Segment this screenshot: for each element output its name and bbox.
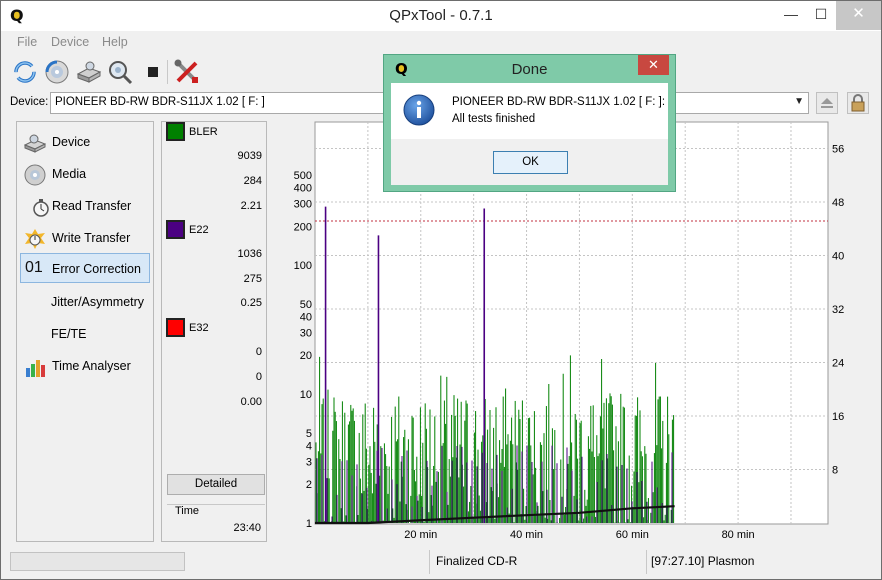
dialog-message-device: PIONEER BD-RW BDR-S11JX 1.02 [ F: ]:: [452, 96, 666, 108]
done-dialog: Q Done ✕ PIONEER BD-RW BDR-S11JX 1.02 [ …: [383, 54, 676, 192]
info-icon: [403, 94, 435, 126]
y-tick-label-left: 300: [294, 199, 312, 211]
x-tick-label: 60 min: [616, 529, 649, 541]
y-tick-label-right: 24: [832, 358, 844, 370]
dialog-title-bar: Q Done ✕: [384, 55, 675, 83]
y-tick-label-left: 100: [294, 260, 312, 272]
y-tick-label-right: 48: [832, 197, 844, 209]
y-tick-label-right: 16: [832, 411, 844, 423]
status-progress: [10, 552, 185, 571]
y-tick-label-right: 32: [832, 304, 844, 316]
status-media-id: [97:27.10] Plasmon: [651, 554, 755, 568]
y-tick-label-right: 40: [832, 251, 844, 263]
x-tick-label: 40 min: [510, 529, 543, 541]
y-tick-label-left: 10: [300, 389, 312, 401]
status-separator: [646, 550, 647, 574]
y-tick-label-left: 5: [306, 428, 312, 440]
dialog-message-status: All tests finished: [452, 113, 536, 125]
dialog-body: PIONEER BD-RW BDR-S11JX 1.02 [ F: ]: All…: [391, 83, 668, 185]
y-tick-label-right: 56: [832, 144, 844, 156]
y-tick-label-left: 2: [306, 479, 312, 491]
status-media-type: Finalized CD-R: [436, 554, 518, 568]
dialog-title: Done: [511, 61, 548, 78]
y-tick-label-left: 200: [294, 221, 312, 233]
x-tick-label: 80 min: [722, 529, 755, 541]
y-tick-label-left: 500: [294, 170, 312, 182]
y-tick-label-left: 3: [306, 456, 312, 468]
dialog-message-area: PIONEER BD-RW BDR-S11JX 1.02 [ F: ]: All…: [391, 83, 668, 139]
y-tick-label-left: 20: [300, 350, 312, 362]
dialog-close-button[interactable]: ✕: [638, 55, 669, 75]
ok-button[interactable]: OK: [493, 151, 568, 174]
y-tick-label-left: 40: [300, 311, 312, 323]
y-tick-label-left: 30: [300, 328, 312, 340]
y-tick-label-left: 50: [300, 299, 312, 311]
y-tick-label-left: 400: [294, 182, 312, 194]
y-tick-label-left: 4: [306, 440, 312, 452]
status-bar: Finalized CD-R [97:27.10] Plasmon: [1, 548, 881, 580]
status-separator: [429, 550, 430, 574]
x-tick-label: 20 min: [404, 529, 437, 541]
y-tick-label-right: 8: [832, 465, 838, 477]
y-tick-label-left: 1: [306, 518, 312, 530]
